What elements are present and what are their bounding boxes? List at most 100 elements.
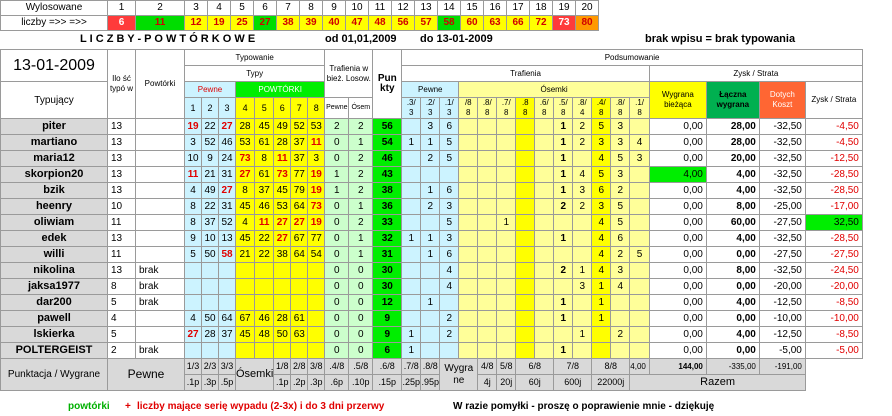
trafienia-cell — [515, 166, 536, 183]
zysk-strata-cell: -4,50 — [804, 118, 863, 135]
pewne-hit-cell: 0 — [324, 246, 350, 263]
ilosc-cell: 4 — [107, 310, 136, 327]
zysk-strata-cell: -10,00 — [804, 310, 863, 327]
trafienia-cell — [534, 166, 555, 183]
zysk-strata-header: Zysk / Strata — [804, 81, 863, 119]
drawn-numbers-row: liczby =>> =>> 6 11 12 19 25 27 38 39 40 47 48 56 57… — [0, 15, 599, 31]
trafienia-cell — [572, 294, 593, 311]
trafienia-cell: 5 — [591, 118, 612, 135]
tr-top: .1/ — [635, 98, 645, 108]
trafienia-cell — [477, 246, 498, 263]
type-cell — [234, 278, 256, 295]
type-cell: 45 — [234, 326, 256, 343]
type-cell: 28 — [273, 310, 292, 327]
type-cell: 19 — [184, 118, 202, 135]
trafienia-cell: 5 — [610, 198, 631, 215]
type-cell: 52 — [290, 118, 309, 135]
type-cell — [254, 262, 275, 279]
trafienia-cell: 6 — [439, 246, 460, 263]
foot-t-bot: .6p — [324, 374, 350, 391]
type-cell — [201, 278, 219, 295]
type-cell: 67 — [290, 230, 309, 247]
trafienia-cell — [458, 246, 479, 263]
foot-p-top: 2/3 — [201, 358, 219, 375]
type-cell: 53 — [307, 118, 326, 135]
pewne-hit-cell: 0 — [324, 198, 350, 215]
pewne-hit-cell: 2 — [324, 118, 350, 135]
trafienia-cell — [458, 198, 479, 215]
laczna-wygrana-cell: 60,00 — [705, 214, 760, 231]
trafienia-cell: 1 — [591, 294, 612, 311]
ilosc-cell: 13 — [107, 182, 136, 199]
wygrana-biezaca-cell: 0,00 — [648, 294, 707, 311]
table-row: dar200 5 brak 0 0 12 1 1 1 0,00 4,00 -12,50 -8,50 — [0, 294, 863, 311]
tr-bot: 3 — [409, 108, 414, 117]
zysk-strata-cell: -17,00 — [804, 198, 863, 215]
trafienia-cell: 2 — [610, 182, 631, 199]
type-cell: 61 — [254, 134, 275, 151]
osem-hit-cell: 1 — [348, 246, 374, 263]
zysk-strata-cell: -20,00 — [804, 278, 863, 295]
tr-top: .8/ — [615, 98, 625, 108]
trafienia-cell — [629, 198, 650, 215]
type-cell: 50 — [273, 326, 292, 343]
trafienia-cell — [477, 342, 498, 359]
type-cell — [307, 326, 326, 343]
type-cell: 50 — [201, 310, 219, 327]
foot-t-top: .5/8 — [348, 358, 374, 375]
type-cell: 11 — [273, 150, 292, 167]
koszt-cell: -20,00 — [758, 278, 806, 295]
trafienia-cell: 3 — [610, 134, 631, 151]
wygrana-biezaca-cell: 4,00 — [648, 166, 707, 183]
tr-bot: 3 — [428, 108, 433, 117]
trafienia-cell — [458, 294, 479, 311]
tr-bot: 8 — [523, 108, 528, 117]
trafienia-cell — [401, 166, 422, 183]
trafienia-cell: 5 — [610, 150, 631, 167]
trafienia-col-header: .4/8 — [591, 97, 612, 119]
trafienia-cell: 6 — [439, 118, 460, 135]
foot-o-bot: .2p — [290, 374, 309, 391]
trafienia-cell — [515, 230, 536, 247]
trafienia-cell: 3 — [610, 166, 631, 183]
type-cell: 46 — [254, 310, 275, 327]
points-cell: 33 — [372, 214, 403, 231]
type-col-header: 6 — [273, 97, 292, 119]
type-cell: 37 — [218, 326, 236, 343]
type-cell — [307, 278, 326, 295]
type-col-header: 8 — [307, 97, 326, 119]
trafienia-cell — [420, 262, 441, 279]
trafienia-col-header: .5/8 — [553, 97, 574, 119]
trafienia-col-header: .8/8 — [477, 97, 498, 119]
trafienia-cell: 1 — [420, 246, 441, 263]
pewne-hit-cell: 0 — [324, 262, 350, 279]
drawn-number: 19 — [207, 15, 231, 31]
trafienia-cell — [496, 134, 517, 151]
type-cell: 8 — [184, 198, 202, 215]
position-cell: 15 — [460, 0, 484, 16]
position-cell: 3 — [184, 0, 208, 16]
trafienia-cell — [496, 262, 517, 279]
drawn-number: 6 — [107, 15, 136, 31]
powtorki-cell — [135, 214, 185, 231]
koszt-cell: -32,50 — [758, 150, 806, 167]
drawn-number: 66 — [506, 15, 530, 31]
points-cell: 56 — [372, 118, 403, 135]
koszt-cell: -12,50 — [758, 326, 806, 343]
type-cell: 63 — [290, 326, 309, 343]
sum-koszt: -335,00 — [705, 358, 760, 375]
koszt-cell: -32,50 — [758, 166, 806, 183]
trafienia-cell — [610, 342, 631, 359]
trafienia-cell: 6 — [439, 182, 460, 199]
powtorki-cell — [135, 118, 185, 135]
trafienia-cell — [477, 230, 498, 247]
type-cell — [234, 294, 256, 311]
trafienia-cell — [572, 150, 593, 167]
pewne-hit-cell: 0 — [324, 326, 350, 343]
foot-o-top: 3/8 — [307, 358, 326, 375]
foot-o-bot: .1p — [273, 374, 292, 391]
type-cell: 48 — [254, 326, 275, 343]
type-cell — [290, 294, 309, 311]
laczna-wygrana-cell: 0,00 — [705, 310, 760, 327]
trafienia-cell: 3 — [610, 262, 631, 279]
